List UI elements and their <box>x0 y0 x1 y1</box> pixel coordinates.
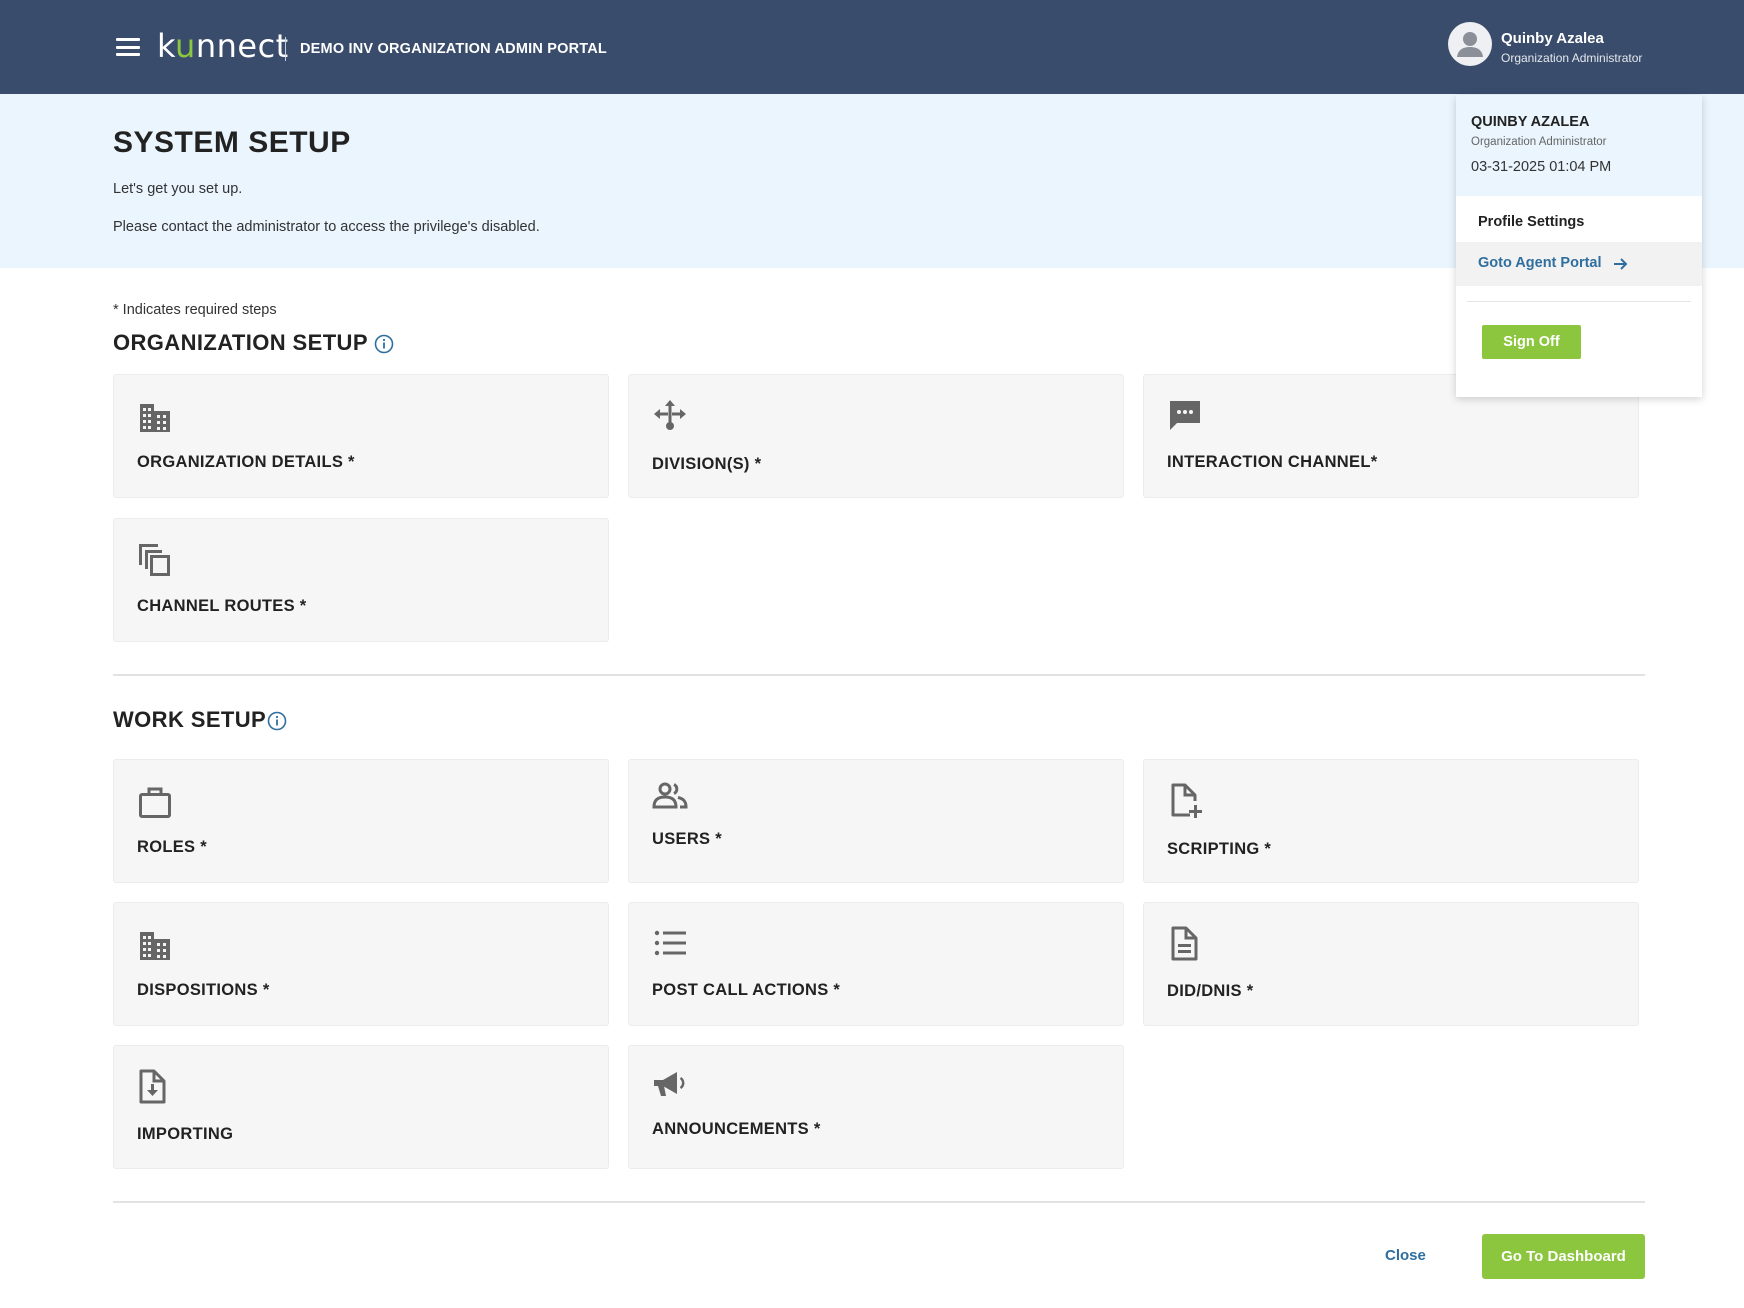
header-user-role: Organization Administrator <box>1501 51 1643 65</box>
close-button[interactable]: Close <box>1385 1247 1426 1264</box>
card-label: ORGANIZATION DETAILS * <box>137 453 355 471</box>
card-label: USERS * <box>652 830 722 848</box>
user-menu-name: QUINBY AZALEA <box>1471 114 1590 130</box>
arrow-right-icon <box>1614 258 1628 270</box>
info-icon[interactable] <box>267 711 287 731</box>
goto-agent-portal-link[interactable]: Goto Agent Portal <box>1456 242 1702 286</box>
card-label: DISPOSITIONS * <box>137 981 270 999</box>
card-label: ROLES * <box>137 838 207 856</box>
card-users[interactable]: USERS * <box>628 759 1124 883</box>
sign-off-button[interactable]: Sign Off <box>1482 325 1581 359</box>
required-steps-note: * Indicates required steps <box>113 302 277 318</box>
chat-bubble-icon <box>1170 401 1200 430</box>
card-label: POST CALL ACTIONS * <box>652 981 841 999</box>
logo-divider <box>285 37 286 61</box>
header-user-name[interactable]: Quinby Azalea <box>1501 30 1604 47</box>
list-icon <box>654 930 686 956</box>
card-label: CHANNEL ROUTES * <box>137 597 307 615</box>
goto-agent-portal-label: Goto Agent Portal <box>1478 255 1602 271</box>
hero-notice: Please contact the administrator to acce… <box>113 219 540 235</box>
card-label: DID/DNIS * <box>1167 982 1254 1000</box>
card-channel-routes[interactable]: CHANNEL ROUTES * <box>113 518 609 642</box>
page-title: SYSTEM SETUP <box>113 126 351 159</box>
go-to-dashboard-button[interactable]: Go To Dashboard <box>1482 1234 1645 1279</box>
user-menu-role: Organization Administrator <box>1471 136 1607 148</box>
card-did-dnis[interactable]: DID/DNIS * <box>1143 902 1639 1026</box>
card-roles[interactable]: ROLES * <box>113 759 609 883</box>
top-navigation-bar: kunnect DEMO INV ORGANIZATION ADMIN PORT… <box>0 0 1744 94</box>
user-menu-dropdown: QUINBY AZALEA Organization Administrator… <box>1456 95 1702 397</box>
section-divider <box>113 674 1645 676</box>
card-post-call-actions[interactable]: POST CALL ACTIONS * <box>628 902 1124 1026</box>
card-label: DIVISION(S) * <box>652 455 762 473</box>
document-icon <box>1171 926 1198 961</box>
portal-title: DEMO INV ORGANIZATION ADMIN PORTAL <box>300 41 607 57</box>
hero-subtitle: Let's get you set up. <box>113 181 243 197</box>
card-organization-details[interactable]: ORGANIZATION DETAILS * <box>113 374 609 498</box>
organization-setup-title: ORGANIZATION SETUP <box>113 330 368 355</box>
info-icon[interactable] <box>374 334 394 354</box>
user-menu-divider <box>1467 301 1691 302</box>
card-dispositions[interactable]: DISPOSITIONS * <box>113 902 609 1026</box>
work-setup-title: WORK SETUP <box>113 707 267 732</box>
kunnect-logo: kunnect <box>157 27 289 65</box>
card-label: INTERACTION CHANNEL* <box>1167 453 1378 471</box>
card-importing[interactable]: IMPORTING <box>113 1045 609 1169</box>
card-label: SCRIPTING * <box>1167 840 1272 858</box>
split-arrows-icon <box>654 400 686 430</box>
user-avatar-icon[interactable] <box>1448 22 1492 66</box>
file-add-icon <box>1171 783 1202 818</box>
building-icon <box>140 932 170 960</box>
briefcase-icon <box>139 787 171 818</box>
footer-divider <box>113 1201 1645 1203</box>
megaphone-icon <box>654 1072 685 1096</box>
profile-settings-link[interactable]: Profile Settings <box>1478 214 1584 230</box>
card-divisions[interactable]: DIVISION(S) * <box>628 374 1124 498</box>
users-icon <box>652 782 688 809</box>
card-scripting[interactable]: SCRIPTING * <box>1143 759 1639 883</box>
card-label: IMPORTING <box>137 1125 234 1143</box>
card-label: ANNOUNCEMENTS * <box>652 1120 821 1138</box>
building-icon <box>140 404 170 432</box>
copy-stack-icon <box>139 544 170 576</box>
hamburger-menu-icon[interactable] <box>116 38 140 56</box>
file-download-icon <box>139 1069 166 1104</box>
card-announcements[interactable]: ANNOUNCEMENTS * <box>628 1045 1124 1169</box>
user-menu-datetime: 03-31-2025 01:04 PM <box>1471 159 1612 175</box>
